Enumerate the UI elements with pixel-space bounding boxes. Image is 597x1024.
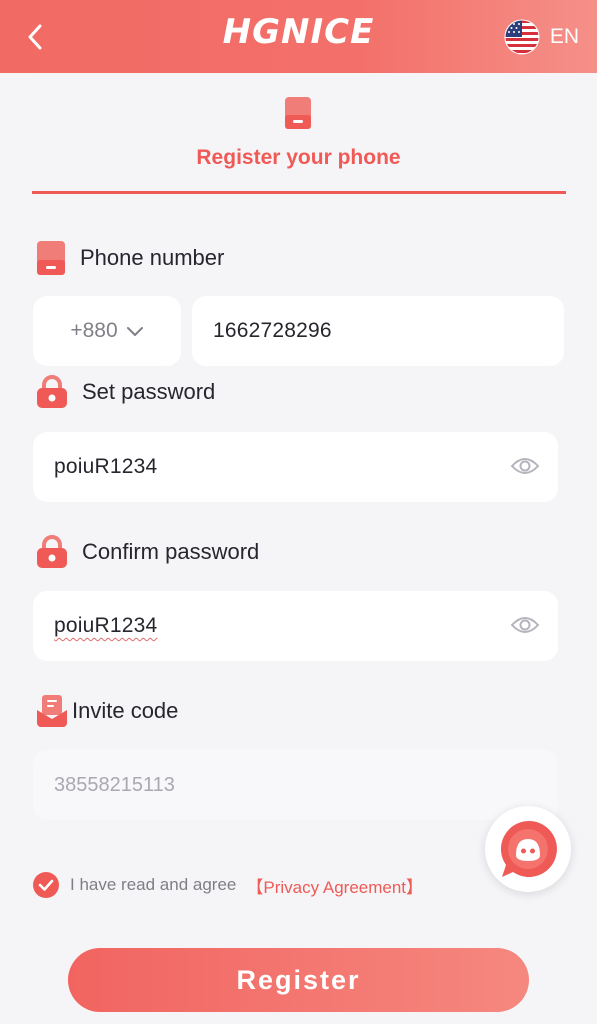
country-code-select[interactable]: +880 bbox=[33, 296, 181, 366]
language-selector[interactable]: EN bbox=[504, 18, 579, 56]
agreement-text: I have read and agree bbox=[70, 875, 237, 894]
country-code-value: +880 bbox=[70, 319, 118, 342]
invite-envelope-icon bbox=[37, 695, 67, 727]
phone-label-row: Phone number bbox=[36, 240, 224, 276]
confirm-password-label: Confirm password bbox=[82, 539, 260, 564]
eye-icon[interactable] bbox=[510, 613, 540, 637]
eye-icon[interactable] bbox=[510, 454, 540, 478]
confirm-password-value: poiuR1234 bbox=[54, 614, 158, 637]
privacy-agreement-link[interactable]: 【Privacy Agreement】 bbox=[246, 873, 423, 898]
register-button[interactable]: Register bbox=[68, 948, 529, 1012]
password-value: poiuR1234 bbox=[54, 455, 158, 478]
phone-icon bbox=[37, 241, 65, 275]
chat-bubble-icon bbox=[500, 820, 557, 877]
checkbox-checked-icon[interactable] bbox=[32, 871, 60, 899]
app-header: HGNICE EN bbox=[0, 0, 597, 73]
chevron-down-icon bbox=[126, 326, 143, 336]
lock-icon bbox=[37, 535, 67, 568]
language-code: EN bbox=[549, 25, 579, 48]
step-underline bbox=[32, 191, 566, 194]
invite-code-placeholder: 38558215113 bbox=[54, 773, 175, 796]
agreement-row: I have read and agree 【Privacy Agreement… bbox=[32, 871, 423, 899]
phone-value: 1662728296 bbox=[213, 319, 332, 342]
password-label: Set password bbox=[82, 379, 216, 404]
confirm-password-label-row: Confirm password bbox=[36, 535, 259, 569]
us-flag-icon bbox=[504, 19, 540, 55]
phone-label: Phone number bbox=[80, 245, 225, 270]
lock-icon bbox=[37, 375, 67, 408]
invite-label-row: Invite code bbox=[36, 694, 178, 728]
confirm-password-input[interactable]: poiuR1234 bbox=[33, 591, 558, 661]
step-title: Register your phone bbox=[196, 146, 401, 169]
invite-code-input[interactable]: 38558215113 bbox=[33, 750, 558, 820]
phone-step-icon bbox=[285, 97, 311, 129]
invite-label: Invite code bbox=[72, 698, 179, 723]
password-input[interactable]: poiuR1234 bbox=[33, 432, 558, 502]
phone-input[interactable]: 1662728296 bbox=[192, 296, 564, 366]
customer-service-button[interactable] bbox=[485, 806, 571, 892]
password-label-row: Set password bbox=[36, 375, 215, 409]
